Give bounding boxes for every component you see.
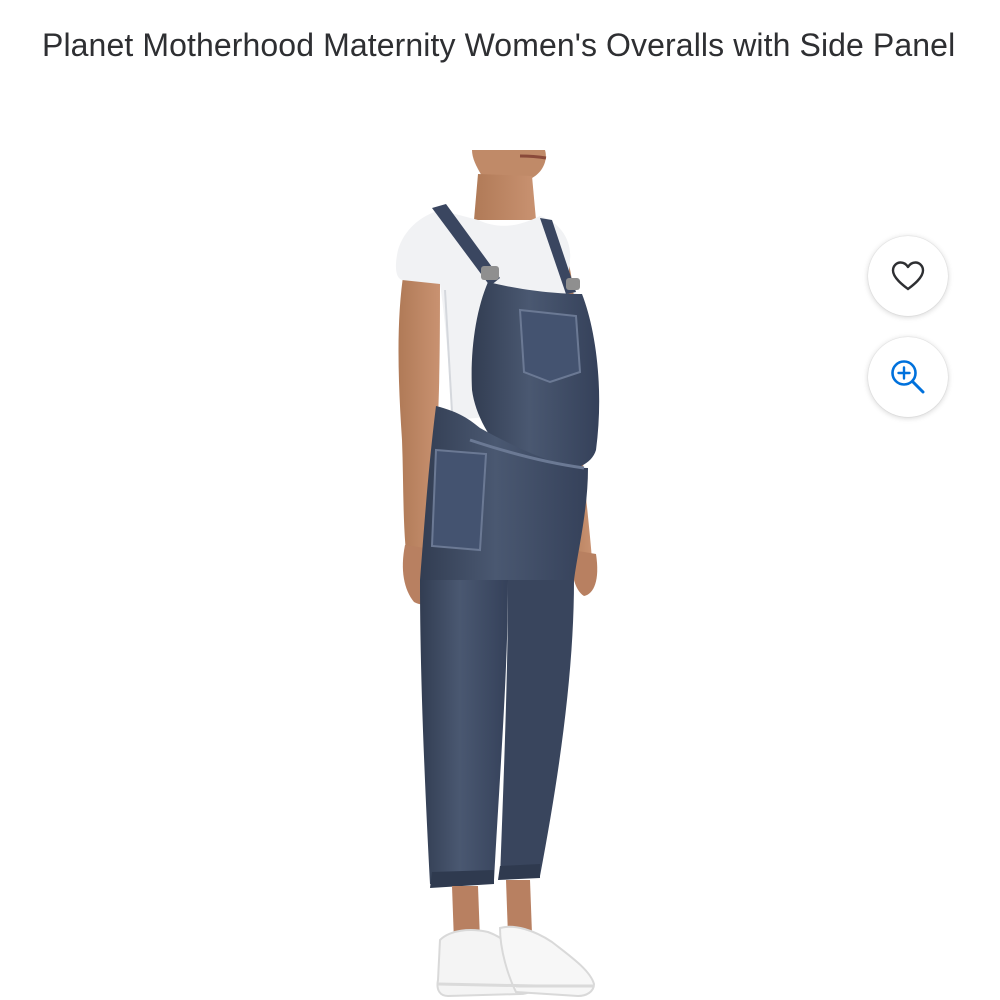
heart-icon <box>891 261 925 291</box>
zoom-image-button[interactable] <box>868 337 948 417</box>
product-image-gallery[interactable] <box>0 150 1000 1000</box>
product-image[interactable] <box>0 150 1000 1000</box>
product-title: Planet Motherhood Maternity Women's Over… <box>42 27 956 63</box>
zoom-in-icon <box>891 360 925 394</box>
add-to-favorites-button[interactable] <box>868 236 948 316</box>
